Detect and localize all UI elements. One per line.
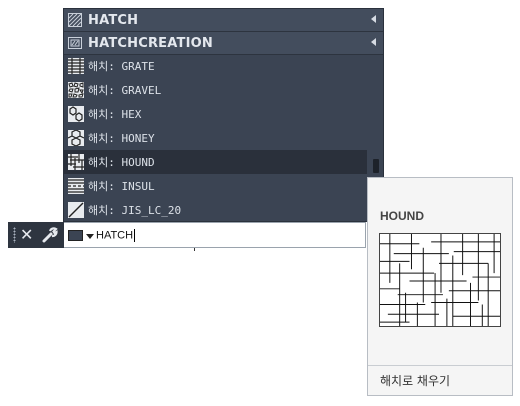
- list-item-honey[interactable]: 해치: HONEY: [64, 126, 367, 150]
- preview-divider: [368, 365, 512, 366]
- command-line[interactable]: HATCH: [64, 222, 366, 248]
- item-text: 해치: INSUL: [88, 180, 155, 193]
- list-item-hound[interactable]: 해치: HOUND: [64, 150, 367, 174]
- honey-pattern-icon: [68, 130, 84, 146]
- close-icon[interactable]: ✕: [20, 225, 33, 245]
- command-item-hatchcreation[interactable]: HATCHCREATION: [64, 32, 383, 55]
- list-item-gravel[interactable]: 해치: GRAVEL: [64, 78, 367, 102]
- expand-arrow-icon[interactable]: [371, 38, 376, 46]
- item-text: 해치: HONEY: [88, 132, 155, 145]
- jis-lc-20-pattern-icon: [68, 202, 84, 218]
- item-text: 해치: HOUND: [88, 156, 155, 169]
- chevron-down-icon[interactable]: [86, 234, 94, 239]
- preview-title: HOUND: [380, 209, 424, 223]
- text-cursor: [134, 229, 136, 242]
- expand-arrow-icon[interactable]: [371, 15, 376, 23]
- insul-pattern-icon: [68, 178, 84, 194]
- command-line-toolbar: ✕: [8, 222, 64, 248]
- scrollbar-thumb[interactable]: [373, 159, 379, 173]
- list-item-insul[interactable]: 해치: INSUL: [64, 174, 367, 198]
- divider-tick: [194, 248, 195, 251]
- list-item-hex[interactable]: 해치: HEX: [64, 102, 367, 126]
- hex-pattern-icon: [68, 106, 84, 122]
- list-item-jis-lc-20[interactable]: 해치: JIS_LC_20: [64, 198, 367, 222]
- grate-pattern-icon: [68, 58, 84, 74]
- command-item-hatch[interactable]: HATCH: [64, 9, 383, 32]
- command-input-value: HATCH: [96, 229, 134, 242]
- hatch-icon: [68, 13, 82, 27]
- pattern-preview-tooltip: HOUND 해치로 채우기: [367, 177, 513, 396]
- hatchcreation-icon: [68, 37, 82, 49]
- command-input[interactable]: HATCH: [96, 229, 136, 242]
- item-text: 해치: GRAVEL: [88, 84, 162, 97]
- list-item-grate[interactable]: 해치: GRATE: [64, 54, 367, 78]
- gravel-pattern-icon: [68, 82, 84, 98]
- item-text: 해치: HEX: [88, 108, 142, 121]
- command-prompt-icon[interactable]: [68, 230, 83, 241]
- grip-handle-icon[interactable]: [13, 227, 16, 243]
- preview-description: 해치로 채우기: [380, 374, 451, 388]
- hound-preview-image: [379, 233, 501, 327]
- item-text: 해치: GRATE: [88, 60, 155, 73]
- command-label: HATCHCREATION: [88, 35, 213, 51]
- hound-pattern-icon: [68, 154, 84, 170]
- autocomplete-dropdown: HATCH HATCHCREATION 해치: GRATE 해치: GRAVEL…: [64, 9, 383, 221]
- command-label: HATCH: [88, 12, 139, 28]
- item-text: 해치: JIS_LC_20: [88, 204, 182, 217]
- wrench-icon[interactable]: [41, 226, 59, 244]
